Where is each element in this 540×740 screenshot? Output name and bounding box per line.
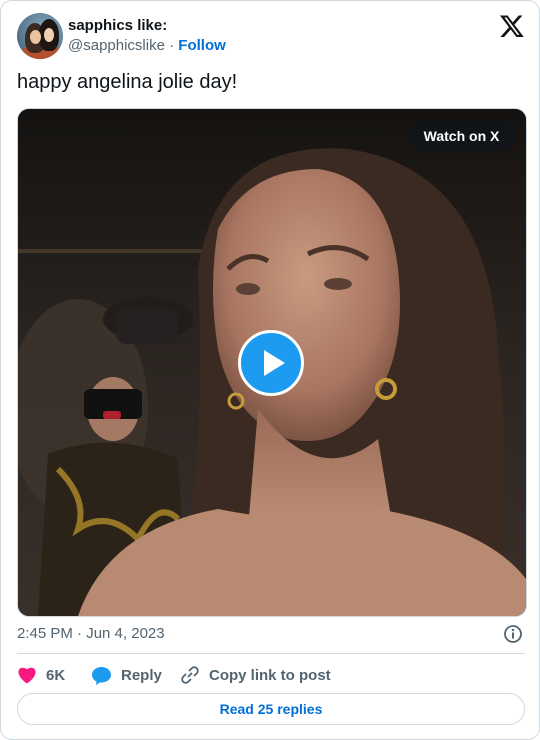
heart-icon (18, 667, 36, 684)
tweet-text: happy angelina jolie day! (17, 71, 238, 93)
follow-link[interactable]: Follow (178, 37, 226, 54)
info-icon[interactable] (503, 624, 523, 644)
watch-on-x-button[interactable]: Watch on X (408, 121, 515, 151)
copy-link-button[interactable]: Copy link to post (180, 665, 331, 685)
reply-button[interactable]: Reply (91, 665, 162, 685)
like-button[interactable]: 6K (17, 665, 65, 685)
play-button[interactable] (238, 330, 304, 396)
display-name[interactable]: sapphics like: (68, 17, 167, 34)
reply-label: Reply (121, 666, 162, 684)
like-count: 6K (46, 666, 66, 684)
x-logo-icon[interactable] (499, 13, 525, 39)
user-handle[interactable]: @sapphicslike (68, 37, 165, 54)
reply-bubble-icon (92, 666, 111, 685)
copy-link-label: Copy link to post (209, 666, 331, 684)
play-icon (264, 350, 285, 376)
divider (17, 653, 525, 654)
tweet-timestamp[interactable]: 2:45 PM · Jun 4, 2023 (17, 625, 165, 642)
separator: · (169, 37, 175, 54)
link-icon (181, 666, 199, 684)
embedded-tweet-card: sapphics like: @sapphicslike · Follow ha… (0, 0, 540, 740)
avatar[interactable] (17, 13, 63, 59)
read-replies-button[interactable]: Read 25 replies (17, 693, 525, 725)
handle-row: @sapphicslike · Follow (68, 37, 226, 54)
